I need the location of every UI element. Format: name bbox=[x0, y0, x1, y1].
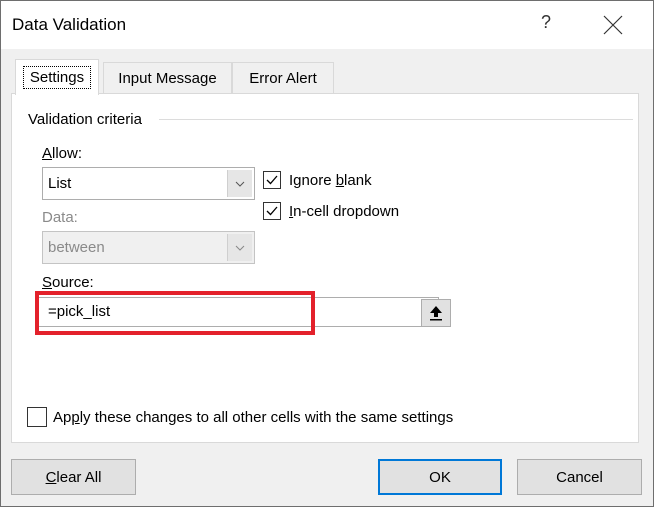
chevron-down-icon bbox=[227, 170, 252, 197]
clear-all-button[interactable]: Clear All bbox=[11, 459, 136, 495]
in-cell-dropdown-checkbox[interactable] bbox=[263, 202, 281, 220]
cancel-button[interactable]: Cancel bbox=[517, 459, 642, 495]
source-label: Source: bbox=[42, 274, 94, 291]
tab-input-message-label: Input Message bbox=[118, 70, 217, 87]
title-bar: Data Validation ? bbox=[1, 1, 653, 49]
close-icon bbox=[603, 15, 623, 35]
help-button[interactable]: ? bbox=[541, 12, 551, 33]
allow-label: Allow: bbox=[42, 145, 83, 162]
source-input[interactable]: =pick_list bbox=[36, 297, 439, 327]
group-divider bbox=[159, 119, 633, 120]
up-arrow-icon bbox=[430, 306, 442, 321]
settings-panel: Validation criteria Allow: List Data: be… bbox=[11, 93, 639, 443]
close-button[interactable] bbox=[601, 13, 625, 37]
allow-dropdown[interactable]: List bbox=[42, 167, 255, 200]
ignore-blank-label: Ignore blank bbox=[289, 172, 372, 189]
chevron-down-icon bbox=[227, 234, 252, 261]
clear-all-label: Clear All bbox=[45, 468, 102, 486]
allow-value: List bbox=[48, 175, 72, 192]
tab-settings-label: Settings bbox=[22, 66, 92, 89]
ok-button[interactable]: OK bbox=[378, 459, 502, 495]
source-value: =pick_list bbox=[48, 303, 111, 320]
in-cell-dropdown-label: In-cell dropdown bbox=[289, 203, 400, 220]
dialog-title: Data Validation bbox=[12, 15, 127, 34]
data-validation-dialog: Data Validation ? Settings Input Message… bbox=[0, 0, 654, 507]
collapse-dialog-button[interactable] bbox=[421, 299, 451, 327]
checkmark-icon bbox=[266, 175, 278, 185]
validation-criteria-label: Validation criteria bbox=[28, 111, 142, 128]
data-value: between bbox=[48, 239, 105, 256]
data-label: Data: bbox=[42, 209, 78, 226]
checkmark-icon bbox=[266, 206, 278, 216]
data-dropdown: between bbox=[42, 231, 255, 264]
apply-all-checkbox[interactable] bbox=[27, 407, 47, 427]
apply-all-label: Apply these changes to all other cells w… bbox=[53, 409, 454, 426]
tab-error-alert[interactable]: Error Alert bbox=[232, 62, 334, 94]
ignore-blank-checkbox[interactable] bbox=[263, 171, 281, 189]
tab-settings[interactable]: Settings bbox=[15, 59, 99, 95]
tab-error-alert-label: Error Alert bbox=[249, 70, 317, 87]
tab-input-message[interactable]: Input Message bbox=[103, 62, 232, 94]
